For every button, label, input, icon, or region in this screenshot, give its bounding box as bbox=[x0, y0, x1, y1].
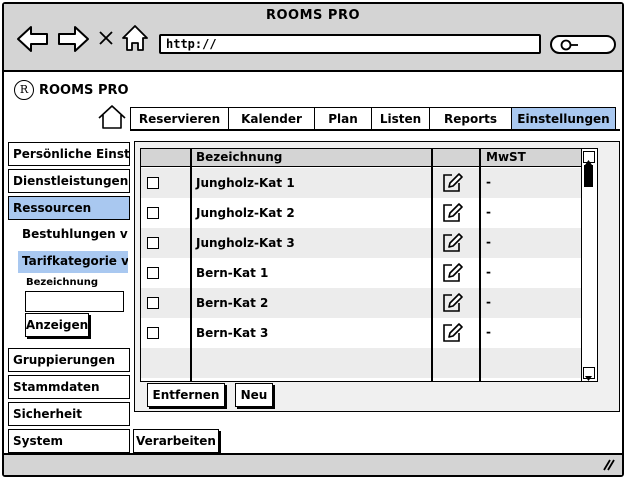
tab-einstellungen[interactable]: Einstellungen bbox=[511, 107, 616, 130]
bezeichnung-input[interactable] bbox=[25, 291, 124, 312]
browser-window: ROOMS PRO http:// R ROOMS PRO Reserviere… bbox=[2, 2, 624, 477]
scroll-down-button[interactable] bbox=[583, 367, 595, 381]
scroll-up-button[interactable] bbox=[583, 151, 595, 165]
row-checkbox[interactable] bbox=[147, 207, 159, 219]
app-header: R ROOMS PRO bbox=[14, 80, 129, 100]
back-arrow-icon[interactable] bbox=[16, 24, 50, 54]
title-bar: ROOMS PRO http:// bbox=[4, 4, 622, 72]
row-bezeichnung: Jungholz-Kat 3 bbox=[196, 236, 295, 250]
browser-search-box[interactable] bbox=[550, 35, 616, 54]
table-header: Bezeichnung MwST bbox=[141, 149, 597, 167]
sidebar-subitem-bestuhlungen[interactable]: Bestuhlungen ver bbox=[18, 224, 128, 246]
verarbeiten-button[interactable]: Verarbeiten bbox=[133, 429, 219, 453]
sidebar-item-sicherheit[interactable]: Sicherheit bbox=[8, 402, 130, 426]
row-checkbox[interactable] bbox=[147, 267, 159, 279]
edit-icon[interactable] bbox=[441, 202, 463, 224]
table-row[interactable]: Jungholz-Kat 2 - bbox=[141, 198, 581, 228]
column-divider bbox=[431, 149, 433, 381]
table-row[interactable]: Bern-Kat 2 - bbox=[141, 288, 581, 318]
app-logo: R bbox=[14, 80, 34, 100]
app-name: ROOMS PRO bbox=[39, 82, 129, 98]
edit-icon[interactable] bbox=[441, 172, 463, 194]
table-row-empty bbox=[141, 348, 581, 378]
row-bezeichnung: Bern-Kat 2 bbox=[196, 296, 269, 310]
anzeigen-button[interactable]: Anzeigen bbox=[25, 313, 89, 337]
sidebar-item-persoenliche-einstellungen[interactable]: Persönliche Einstel bbox=[8, 142, 130, 166]
row-mwst: - bbox=[486, 265, 491, 279]
edit-icon[interactable] bbox=[441, 232, 463, 254]
sidebar-item-system[interactable]: System bbox=[8, 429, 130, 453]
arrow-down-icon bbox=[585, 376, 592, 381]
home-icon[interactable] bbox=[121, 24, 149, 52]
entfernen-button[interactable]: Entfernen bbox=[147, 383, 225, 407]
row-checkbox[interactable] bbox=[147, 297, 159, 309]
edit-icon[interactable] bbox=[441, 292, 463, 314]
home-icon[interactable] bbox=[98, 105, 126, 129]
row-mwst: - bbox=[486, 175, 491, 189]
row-checkbox[interactable] bbox=[147, 237, 159, 249]
forward-arrow-icon[interactable] bbox=[56, 24, 90, 54]
status-bar bbox=[4, 453, 622, 475]
sidebar-item-dienstleistungen[interactable]: Dienstleistungen bbox=[8, 169, 130, 193]
url-input[interactable]: http:// bbox=[159, 34, 541, 54]
row-mwst: - bbox=[486, 235, 491, 249]
table-row[interactable]: Jungholz-Kat 3 - bbox=[141, 228, 581, 258]
sidebar-item-ressourcen[interactable]: Ressourcen bbox=[8, 196, 130, 220]
column-divider bbox=[479, 149, 481, 381]
scroll-thumb[interactable] bbox=[584, 165, 593, 187]
tarifkategorie-table: Bezeichnung MwST Jungholz-Kat 1 - Jungho… bbox=[140, 148, 598, 382]
resize-grip-icon[interactable] bbox=[602, 459, 616, 471]
row-mwst: - bbox=[486, 205, 491, 219]
bezeichnung-label: Bezeichnung bbox=[26, 277, 98, 288]
column-header-bezeichnung[interactable]: Bezeichnung bbox=[196, 150, 282, 164]
edit-icon[interactable] bbox=[441, 262, 463, 284]
tab-kalender[interactable]: Kalender bbox=[228, 107, 314, 130]
tab-plan[interactable]: Plan bbox=[314, 107, 371, 130]
tab-listen[interactable]: Listen bbox=[371, 107, 429, 130]
row-checkbox[interactable] bbox=[147, 177, 159, 189]
sidebar-subitem-tarifkategorie[interactable]: Tarifkategorie ve bbox=[18, 251, 128, 273]
table-row[interactable]: Bern-Kat 1 - bbox=[141, 258, 581, 288]
sidebar-item-stammdaten[interactable]: Stammdaten bbox=[8, 375, 130, 399]
tab-reservieren[interactable]: Reservieren bbox=[130, 107, 228, 130]
row-mwst: - bbox=[486, 325, 491, 339]
table-row[interactable]: Bern-Kat 3 - bbox=[141, 318, 581, 348]
row-checkbox[interactable] bbox=[147, 327, 159, 339]
search-icon bbox=[560, 39, 578, 51]
row-mwst: - bbox=[486, 295, 491, 309]
window-title: ROOMS PRO bbox=[265, 8, 361, 23]
row-bezeichnung: Jungholz-Kat 1 bbox=[196, 176, 295, 190]
close-icon[interactable] bbox=[98, 30, 114, 46]
main-tabs: Reservieren Kalender Plan Listen Reports… bbox=[130, 107, 616, 130]
table-row[interactable]: Jungholz-Kat 1 - bbox=[141, 168, 581, 198]
row-bezeichnung: Bern-Kat 3 bbox=[196, 326, 269, 340]
neu-button[interactable]: Neu bbox=[235, 383, 273, 407]
edit-icon[interactable] bbox=[441, 322, 463, 344]
row-bezeichnung: Bern-Kat 1 bbox=[196, 266, 269, 280]
column-header-mwst[interactable]: MwST bbox=[486, 150, 526, 164]
column-divider bbox=[190, 149, 192, 381]
sidebar-item-gruppierungen[interactable]: Gruppierungen bbox=[8, 348, 130, 372]
row-bezeichnung: Jungholz-Kat 2 bbox=[196, 206, 295, 220]
tab-reports[interactable]: Reports bbox=[429, 107, 511, 130]
table-scrollbar[interactable] bbox=[581, 149, 597, 381]
tabs-underline bbox=[130, 129, 620, 131]
